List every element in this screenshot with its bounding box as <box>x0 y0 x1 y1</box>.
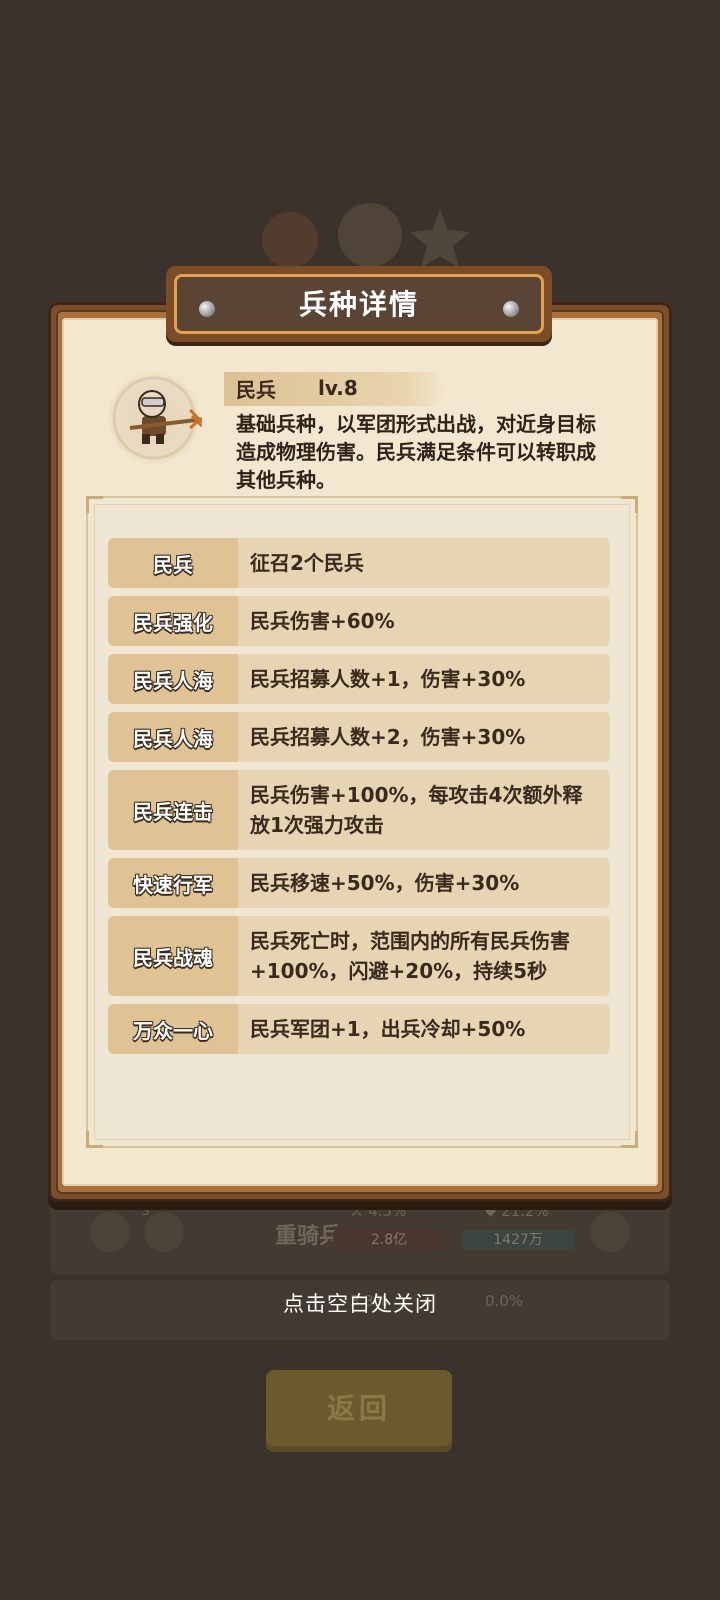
skill-row: 民兵战魂 民兵死亡时，范围内的所有民兵伤害+100%，闪避+20%，持续5秒 <box>108 916 610 996</box>
skill-row: 民兵 征召2个民兵 <box>108 538 610 588</box>
skill-list: 民兵 征召2个民兵 民兵强化 民兵伤害+60% 民兵人海 民兵招募人数+1，伤害… <box>108 538 610 1062</box>
militia-avatar <box>106 370 204 466</box>
skill-desc: 民兵招募人数+1，伤害+30% <box>250 667 526 691</box>
skill-row: 万众一心 民兵军团+1，出兵冷却+50% <box>108 1004 610 1054</box>
skill-name: 民兵人海 <box>108 712 238 762</box>
skill-name: 民兵连击 <box>108 770 238 850</box>
unit-count-badge: 3 <box>142 1204 150 1218</box>
unit-row-name: 重骑兵 <box>275 1224 342 1249</box>
skill-row: 民兵人海 民兵招募人数+1，伤害+30% <box>108 654 610 704</box>
back-button[interactable]: 返回 <box>266 1370 452 1452</box>
skill-desc: 民兵军团+1，出兵冷却+50% <box>250 1017 526 1041</box>
skill-desc: 民兵移速+50%，伤害+30% <box>250 871 520 895</box>
help-icon[interactable] <box>590 1212 630 1252</box>
militia-pitchfork-icon <box>112 376 204 460</box>
unit-level: lv.8 <box>318 376 358 400</box>
attack-percent: ⚔ 4.5% <box>350 1202 407 1220</box>
defense-value-bar: 1427万 <box>462 1230 574 1250</box>
skill-row: 民兵人海 民兵招募人数+2，伤害+30% <box>108 712 610 762</box>
unit-description: 基础兵种，以军团形式出战，对近身目标造成物理伤害。民兵满足条件可以转职成其他兵种… <box>236 412 596 492</box>
skill-desc: 征召2个民兵 <box>250 551 364 575</box>
defense-percent: ⛊ 21.2% <box>485 1202 549 1220</box>
skill-row: 民兵强化 民兵伤害+60% <box>108 596 610 646</box>
skill-name: 民兵人海 <box>108 654 238 704</box>
modal-title-plate: 兵种详情 <box>166 266 552 342</box>
skill-name: 万众一心 <box>108 1004 238 1054</box>
attack-value-bar: 2.8亿 <box>333 1230 445 1250</box>
shield-stat-icon: ⛊ <box>485 1202 497 1220</box>
unit-name: 民兵 <box>236 378 276 402</box>
skill-desc: 民兵死亡时，范围内的所有民兵伤害+100%，闪避+20%，持续5秒 <box>250 929 570 983</box>
skill-name: 民兵 <box>108 538 238 588</box>
skill-row: 快速行军 民兵移速+50%，伤害+30% <box>108 858 610 908</box>
shield-icon <box>90 1212 130 1252</box>
skill-desc: 民兵伤害+60% <box>250 609 395 633</box>
close-hint[interactable]: 点击空白处关闭 <box>0 1288 720 1318</box>
skill-desc: 民兵伤害+100%，每攻击4次额外释放1次强力攻击 <box>250 783 583 837</box>
skill-name: 民兵战魂 <box>108 916 238 996</box>
skill-desc: 民兵招募人数+2，伤害+30% <box>250 725 526 749</box>
sword-icon: ⚔ <box>350 1202 364 1220</box>
skill-row: 民兵连击 民兵伤害+100%，每攻击4次额外释放1次强力攻击 <box>108 770 610 850</box>
unit-avatar <box>144 1212 184 1252</box>
skill-name: 快速行军 <box>108 858 238 908</box>
skill-name: 民兵强化 <box>108 596 238 646</box>
unit-row-heavy-cavalry[interactable]: 3 重骑兵 ⚔ 4.5% ⛊ 21.2% 2.8亿 1427万 <box>50 1190 670 1274</box>
modal-title: 兵种详情 <box>298 288 419 321</box>
